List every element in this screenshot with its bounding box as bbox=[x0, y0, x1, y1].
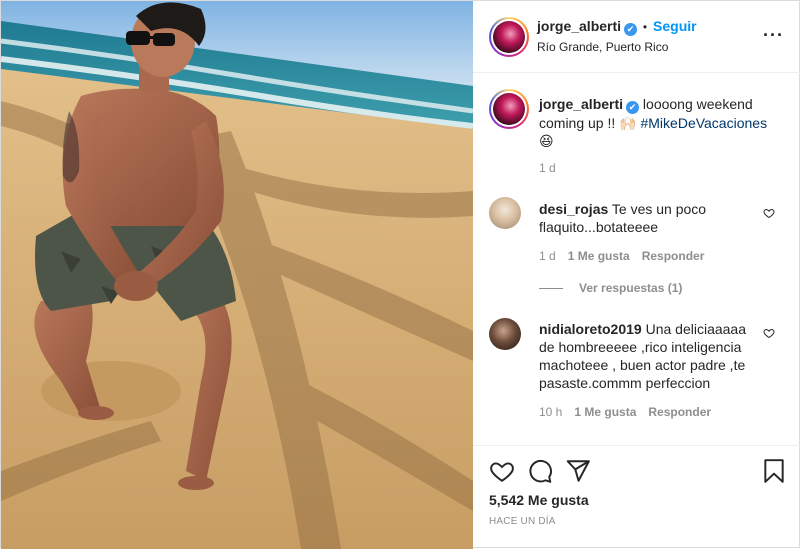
commenter-username[interactable]: nidialoreto2019 bbox=[539, 321, 642, 337]
caption-emoji: 😆 bbox=[539, 133, 554, 149]
view-replies-label: Ver respuestas (1) bbox=[579, 281, 683, 295]
comments-section: jorge_alberti ✔ loooong weekend coming up… bbox=[473, 73, 800, 445]
comment-meta-2: 10 h 1 Me gusta Responder bbox=[539, 405, 711, 419]
header-user-row: jorge_alberti ✔ • Seguir bbox=[537, 18, 697, 36]
comment-time[interactable]: 1 d bbox=[539, 249, 556, 263]
view-replies-button[interactable]: Ver respuestas (1) bbox=[539, 281, 682, 295]
reply-button[interactable]: Responder bbox=[642, 249, 705, 263]
comment-meta-1: 1 d 1 Me gusta Responder bbox=[539, 249, 704, 263]
comment-text-2: nidialoreto2019 Una deliciaaaaa de hombr… bbox=[539, 320, 754, 392]
caption-username[interactable]: jorge_alberti bbox=[539, 96, 623, 112]
caption-verified-icon: ✔ bbox=[626, 101, 640, 114]
post-side-panel: jorge_alberti ✔ • Seguir Río Grande, Puer… bbox=[473, 1, 800, 549]
author-username[interactable]: jorge_alberti bbox=[537, 18, 621, 34]
post-time-ago[interactable]: HACE UN DÍA bbox=[489, 516, 556, 527]
more-options-icon[interactable]: ··· bbox=[763, 25, 784, 46]
caption-author-avatar[interactable] bbox=[489, 89, 529, 129]
caption: jorge_alberti ✔ loooong weekend coming up… bbox=[539, 95, 779, 150]
commenter-avatar[interactable] bbox=[489, 197, 521, 229]
caption-hashtag[interactable]: #MikeDeVacaciones bbox=[640, 115, 767, 131]
commenter-username[interactable]: desi_rojas bbox=[539, 201, 608, 217]
bookmark-icon[interactable] bbox=[761, 458, 787, 484]
comment-likes[interactable]: 1 Me gusta bbox=[574, 405, 636, 419]
comment-time[interactable]: 10 h bbox=[539, 405, 562, 419]
separator-dot: • bbox=[642, 20, 648, 34]
comment-text-1: desi_rojas Te ves un poco flaquito...bot… bbox=[539, 200, 754, 236]
likes-count[interactable]: 5,542 Me gusta bbox=[489, 492, 589, 508]
commenter-avatar[interactable] bbox=[489, 318, 521, 350]
follow-button[interactable]: Seguir bbox=[653, 18, 697, 34]
post-header: jorge_alberti ✔ • Seguir Río Grande, Puer… bbox=[473, 1, 800, 73]
verified-badge-icon: ✔ bbox=[624, 23, 638, 36]
comment-icon[interactable] bbox=[527, 458, 553, 484]
caption-meta: 1 d bbox=[539, 161, 556, 175]
paper-plane-icon[interactable] bbox=[565, 458, 591, 484]
post-location[interactable]: Río Grande, Puerto Rico bbox=[537, 40, 668, 54]
comment-likes[interactable]: 1 Me gusta bbox=[568, 249, 630, 263]
reply-button[interactable]: Responder bbox=[648, 405, 711, 419]
caption-time[interactable]: 1 d bbox=[539, 161, 556, 175]
heart-outline-icon[interactable] bbox=[763, 207, 775, 219]
beach-photo-illustration bbox=[1, 1, 473, 549]
heart-outline-icon[interactable] bbox=[763, 327, 775, 339]
instagram-post: jorge_alberti ✔ • Seguir Río Grande, Puer… bbox=[0, 0, 800, 549]
post-photo[interactable] bbox=[1, 1, 473, 549]
author-avatar[interactable] bbox=[489, 17, 529, 57]
replies-divider-line bbox=[539, 288, 563, 290]
heart-icon[interactable] bbox=[489, 458, 515, 484]
post-actions: 5,542 Me gusta HACE UN DÍA bbox=[473, 445, 800, 549]
